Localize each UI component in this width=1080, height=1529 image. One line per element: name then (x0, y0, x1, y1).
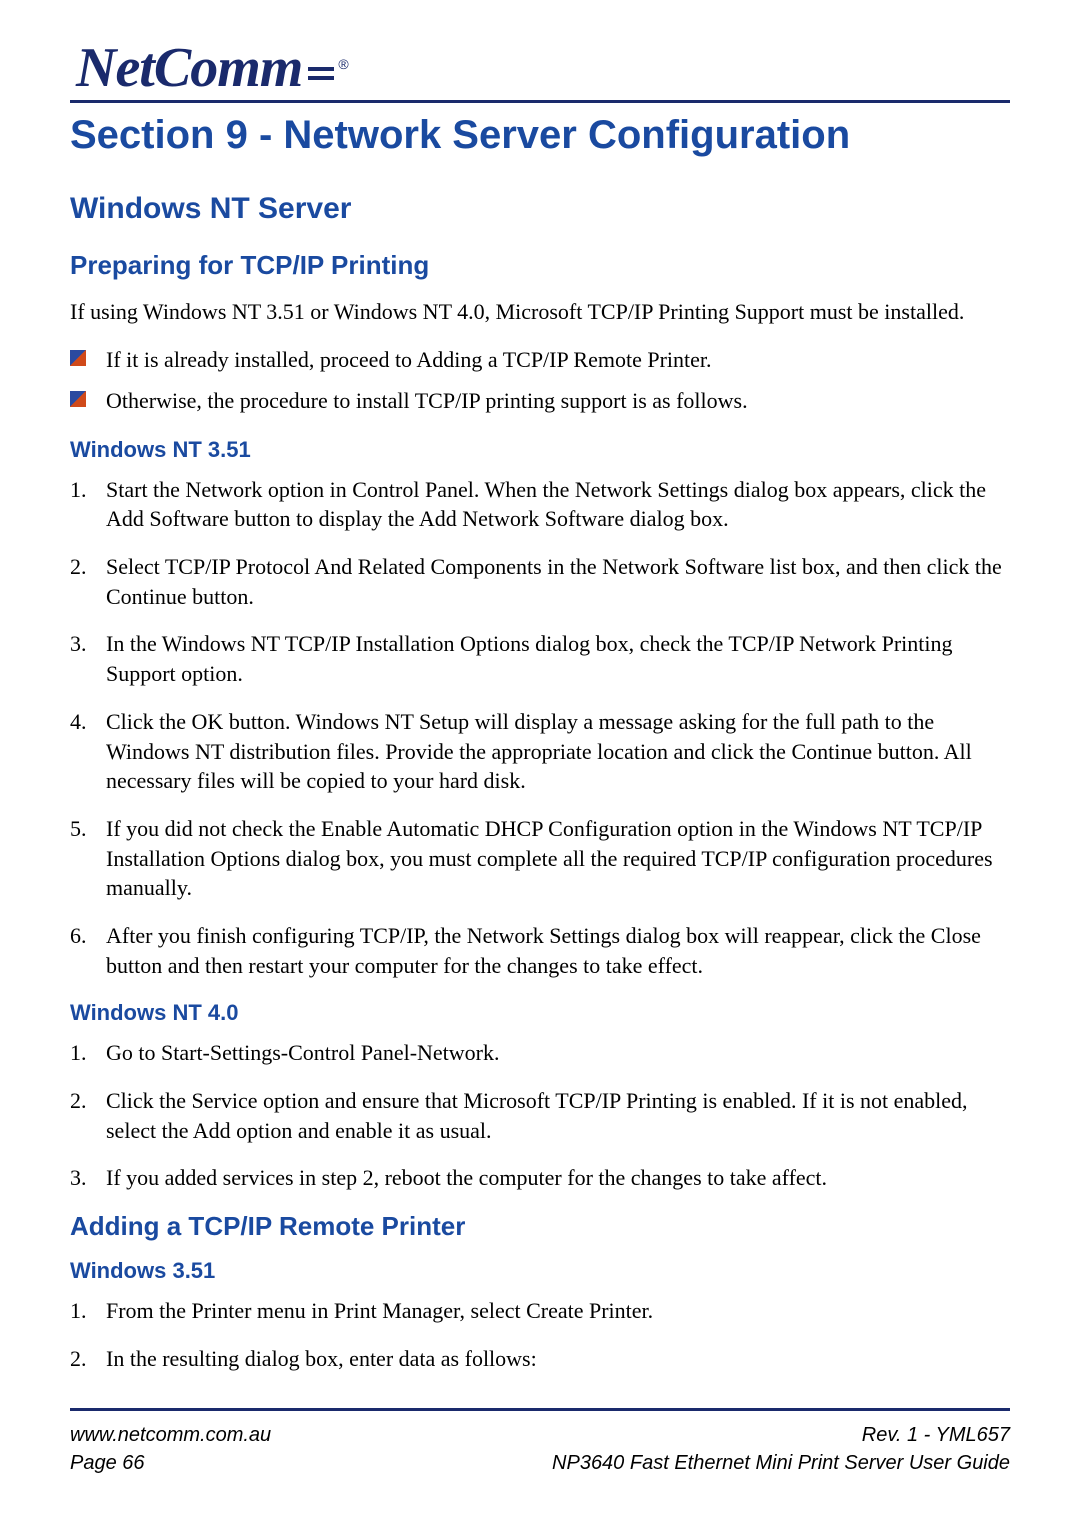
footer-left: www.netcomm.com.au Page 66 (70, 1421, 271, 1477)
nt40-steps: Go to Start-Settings-Control Panel-Netwo… (70, 1038, 1010, 1193)
footer-row: www.netcomm.com.au Page 66 Rev. 1 - YML6… (70, 1421, 1010, 1477)
list-item: If you added services in step 2, reboot … (70, 1163, 1010, 1193)
footer-right: Rev. 1 - YML657 NP3640 Fast Ethernet Min… (552, 1421, 1010, 1477)
list-item: In the Windows NT TCP/IP Installation Op… (70, 629, 1010, 688)
list-item: Click the Service option and ensure that… (70, 1086, 1010, 1145)
heading-nt-351: Windows NT 3.51 (70, 437, 1010, 463)
win351-steps: From the Printer menu in Print Manager, … (70, 1296, 1010, 1373)
list-item: Start the Network option in Control Pane… (70, 475, 1010, 534)
heading-windows-351: Windows 3.51 (70, 1258, 1010, 1284)
heading-nt-40: Windows NT 4.0 (70, 1000, 1010, 1026)
header-divider (70, 100, 1010, 103)
footer-revision: Rev. 1 - YML657 (552, 1421, 1010, 1449)
heading-preparing-tcpip: Preparing for TCP/IP Printing (70, 250, 1010, 281)
page-footer: www.netcomm.com.au Page 66 Rev. 1 - YML6… (70, 1408, 1010, 1477)
logo-bars-icon (308, 67, 334, 80)
registered-mark-icon: ® (338, 56, 348, 72)
list-item: In the resulting dialog box, enter data … (70, 1344, 1010, 1374)
list-item: Otherwise, the procedure to install TCP/… (70, 384, 1010, 417)
document-page: NetComm ® Section 9 - Network Server Con… (0, 0, 1080, 1529)
footer-doc-title: NP3640 Fast Ethernet Mini Print Server U… (552, 1449, 1010, 1477)
footer-page-number: Page 66 (70, 1449, 271, 1477)
brand-logo: NetComm ® (70, 40, 1010, 96)
list-item: Go to Start-Settings-Control Panel-Netwo… (70, 1038, 1010, 1068)
list-item: If it is already installed, proceed to A… (70, 343, 1010, 376)
intro-bullets: If it is already installed, proceed to A… (70, 343, 1010, 417)
intro-paragraph: If using Windows NT 3.51 or Windows NT 4… (70, 297, 1010, 327)
footer-url: www.netcomm.com.au (70, 1421, 271, 1449)
footer-divider (70, 1408, 1010, 1411)
list-item: If you did not check the Enable Automati… (70, 814, 1010, 903)
nt351-steps: Start the Network option in Control Pane… (70, 475, 1010, 981)
heading-windows-nt-server: Windows NT Server (70, 192, 1010, 226)
heading-adding-remote-printer: Adding a TCP/IP Remote Printer (70, 1211, 1010, 1242)
list-item: After you finish configuring TCP/IP, the… (70, 921, 1010, 980)
list-item: From the Printer menu in Print Manager, … (70, 1296, 1010, 1326)
list-item: Select TCP/IP Protocol And Related Compo… (70, 552, 1010, 611)
brand-name: NetComm (70, 40, 302, 96)
section-title: Section 9 - Network Server Configuration (70, 113, 1010, 158)
list-item: Click the OK button. Windows NT Setup wi… (70, 707, 1010, 796)
